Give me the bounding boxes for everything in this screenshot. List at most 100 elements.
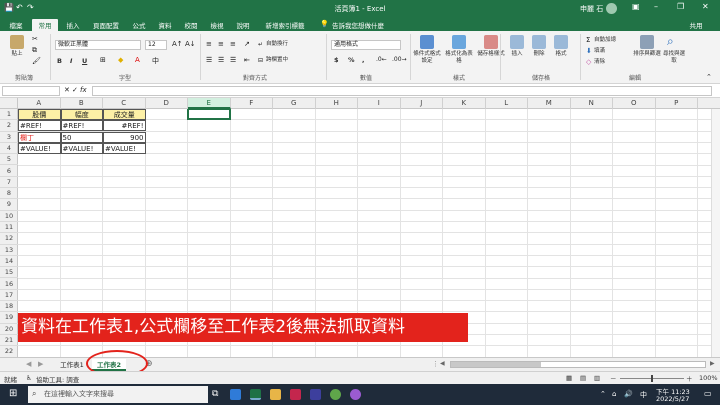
row-header-14[interactable]: 14 (0, 256, 18, 268)
cell-a3[interactable]: 欄丁 (18, 131, 61, 143)
font-name-dropdown[interactable]: 微軟正黑體 (55, 40, 141, 50)
horizontal-scroll-thumb[interactable] (451, 362, 541, 367)
page-break-view-icon[interactable]: ▥ (594, 374, 600, 382)
row-header-16[interactable]: 16 (0, 279, 18, 290)
sort-filter-button[interactable]: 排序與篩選 (632, 51, 662, 58)
delete-cells-icon[interactable] (532, 35, 546, 49)
bold-button[interactable]: B (57, 57, 62, 65)
windows-start-icon[interactable]: ⊞ (9, 388, 17, 399)
column-header-n[interactable]: N (571, 98, 613, 109)
confirm-icon[interactable]: ✓ (72, 86, 78, 94)
tab-split-icon[interactable]: ⋮ (432, 360, 439, 368)
row-header-10[interactable]: 10 (0, 211, 18, 222)
cell-c1[interactable]: 成交量 (103, 109, 146, 120)
tab-page-layout[interactable]: 頁面配置 (88, 19, 124, 31)
italic-button[interactable]: I (70, 57, 72, 65)
clear-icon[interactable]: ◇ (586, 58, 591, 66)
orientation-icon[interactable]: ↗ (244, 40, 250, 48)
column-header-f[interactable]: F (231, 98, 273, 109)
cell-c2[interactable]: #REF! (103, 120, 146, 132)
comma-button[interactable]: , (362, 56, 364, 64)
column-header-p[interactable]: P (656, 98, 698, 109)
tab-home[interactable]: 常用 (32, 19, 58, 31)
volume-icon[interactable]: 🔊 (624, 390, 633, 398)
user-name[interactable]: 申麗 石 (580, 4, 603, 14)
copy-icon[interactable]: ⧉ (32, 46, 37, 55)
merge-center-button[interactable]: 跨欄置中 (266, 57, 302, 64)
select-all-button[interactable] (0, 98, 18, 109)
avatar[interactable] (606, 3, 617, 14)
align-center-icon[interactable]: ☰ (218, 56, 224, 64)
ime-indicator[interactable]: 中 (640, 390, 647, 400)
row-header-12[interactable]: 12 (0, 233, 18, 245)
row-header-19[interactable]: 19 (0, 312, 18, 324)
merge-icon[interactable]: ⊟ (258, 57, 263, 64)
row-header-4[interactable]: 4 (0, 143, 18, 155)
grow-font-icon[interactable]: A↑ (172, 40, 183, 48)
app-icon-2[interactable] (310, 389, 321, 400)
column-header-o[interactable]: O (613, 98, 656, 109)
row-header-3[interactable]: 3 (0, 132, 18, 143)
zoom-out-button[interactable]: － (610, 373, 617, 383)
borders-icon[interactable]: ⊞ (100, 56, 106, 64)
column-header-d[interactable]: D (146, 98, 188, 109)
row-header-1[interactable]: 1 (0, 109, 18, 121)
cell-c3[interactable]: 900 (103, 131, 146, 143)
row-header-18[interactable]: 18 (0, 301, 18, 313)
cancel-icon[interactable]: ✕ (64, 86, 70, 94)
row-header-22[interactable]: 22 (0, 346, 18, 358)
cell-a2[interactable]: #REF! (18, 120, 61, 132)
tab-help[interactable]: 說明 (232, 19, 254, 31)
phonetic-icon[interactable]: 中 (152, 56, 159, 66)
decrease-decimal-icon[interactable]: .00→ (392, 56, 407, 63)
tab-custom[interactable]: 新增索引標籤 (260, 19, 310, 31)
indent-icon[interactable]: ⇤ (244, 56, 250, 64)
fill-icon[interactable]: ⬇ (586, 47, 592, 55)
row-header-13[interactable]: 13 (0, 245, 18, 256)
clock-date[interactable]: 2022/5/27 (656, 395, 689, 403)
find-select-icon[interactable]: ⌕ (667, 34, 674, 49)
app-icon-1[interactable] (290, 389, 301, 400)
column-header-b[interactable]: B (61, 98, 103, 109)
row-header-17[interactable]: 17 (0, 290, 18, 302)
close-button[interactable]: ✕ (702, 2, 709, 11)
excel-taskbar-icon[interactable] (250, 389, 261, 400)
zoom-in-button[interactable]: ＋ (686, 373, 693, 383)
cell-b4[interactable]: #VALUE! (60, 142, 103, 154)
share-button[interactable]: 共用 (678, 19, 714, 31)
accessibility-icon[interactable]: ♿ (26, 374, 32, 382)
tab-review[interactable]: 校閱 (180, 19, 202, 31)
row-header-15[interactable]: 15 (0, 267, 18, 279)
clear-button[interactable]: 清除 (594, 59, 628, 66)
underline-button[interactable]: U (82, 57, 87, 65)
edge-icon[interactable] (230, 389, 241, 400)
increase-decimal-icon[interactable]: .0← (376, 56, 387, 63)
cell-a4[interactable]: #VALUE! (18, 142, 61, 154)
row-header-20[interactable]: 20 (0, 324, 18, 335)
paste-icon[interactable] (10, 35, 24, 49)
tell-me-search[interactable]: 告訴我您想做什麼 (332, 19, 402, 31)
normal-view-icon[interactable]: ▦ (566, 374, 572, 382)
format-cells-button[interactable]: 格式 (549, 51, 573, 58)
accessibility-status[interactable]: 協助工具: 調查 (36, 374, 79, 384)
row-header-5[interactable]: 5 (0, 154, 18, 166)
align-bottom-icon[interactable]: ≡ (230, 40, 236, 48)
active-cell-selection[interactable] (187, 109, 231, 121)
taskbar-search-input[interactable]: 在這裡輸入文字來搜尋 (28, 386, 208, 403)
cell-b3[interactable]: 50 (60, 131, 103, 143)
row-header-7[interactable]: 7 (0, 177, 18, 189)
task-view-icon[interactable]: ⧉ (212, 389, 218, 399)
format-painter-icon[interactable]: 🖌 (32, 57, 41, 65)
row-header-21[interactable]: 21 (0, 335, 18, 347)
fill-color-icon[interactable]: ◆ (118, 56, 123, 64)
percent-button[interactable]: % (348, 56, 355, 64)
row-header-2[interactable]: 2 (0, 120, 18, 132)
cell-c4[interactable]: #VALUE! (103, 142, 146, 154)
cell-b2[interactable]: #REF! (60, 120, 103, 132)
ribbon-display-icon[interactable]: ▣ (632, 2, 640, 11)
column-header-e[interactable]: E (188, 98, 231, 109)
align-middle-icon[interactable]: ≡ (218, 40, 224, 48)
tab-view[interactable]: 檢視 (206, 19, 228, 31)
column-header-m[interactable]: M (528, 98, 571, 109)
format-table-icon[interactable] (452, 35, 466, 49)
